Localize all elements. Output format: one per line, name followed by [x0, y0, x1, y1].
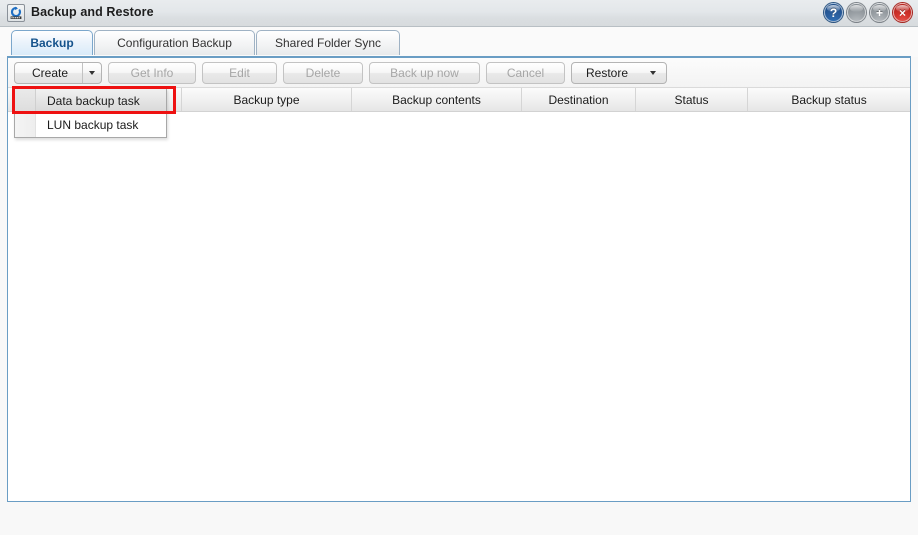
create-button[interactable]: Create — [14, 62, 102, 84]
restore-button-label: Restore — [586, 66, 636, 80]
get-info-button-label: Get Info — [131, 66, 174, 80]
tab-configuration-backup[interactable]: Configuration Backup — [94, 30, 255, 55]
menu-item-data-backup-task-label: Data backup task — [47, 94, 140, 108]
delete-button-label: Delete — [306, 66, 341, 80]
menu-item-lun-backup-task-label: LUN backup task — [47, 118, 138, 132]
restore-button[interactable]: Restore — [571, 62, 667, 84]
maximize-button[interactable]: + — [870, 3, 889, 22]
tab-shared-folder-sync-label: Shared Folder Sync — [275, 36, 381, 50]
help-icon: ? — [830, 7, 837, 19]
menu-item-lun-backup-task[interactable]: LUN backup task — [15, 113, 166, 137]
window-controls: ? + × — [824, 3, 912, 22]
column-header-status[interactable]: Status — [636, 88, 748, 111]
cancel-button-label: Cancel — [507, 66, 544, 80]
close-icon: × — [899, 7, 906, 19]
edit-button[interactable]: Edit — [202, 62, 277, 84]
backup-and-restore-window: Backup and Restore ? + × Backup Configur… — [0, 0, 918, 535]
cancel-button[interactable]: Cancel — [486, 62, 565, 84]
create-button-label: Create — [16, 63, 82, 83]
create-dropdown-toggle[interactable] — [83, 63, 100, 83]
window-titlebar: Backup and Restore ? + × — [0, 0, 918, 27]
backup-table-body — [8, 112, 910, 501]
menu-item-data-backup-task[interactable]: Data backup task — [15, 89, 166, 113]
column-header-backup-status[interactable]: Backup status — [748, 88, 910, 111]
help-button[interactable]: ? — [824, 3, 843, 22]
create-dropdown-menu: Data backup task LUN backup task — [14, 88, 167, 138]
backup-toolbar: Create Get Info Edit Delete Back up now … — [8, 58, 910, 88]
column-header-destination[interactable]: Destination — [522, 88, 636, 111]
back-up-now-button-label: Back up now — [390, 66, 459, 80]
column-header-backup-contents[interactable]: Backup contents — [352, 88, 522, 111]
chevron-down-icon — [650, 71, 656, 75]
delete-button[interactable]: Delete — [283, 62, 363, 84]
tab-configuration-backup-label: Configuration Backup — [117, 36, 232, 50]
tab-backup[interactable]: Backup — [11, 30, 93, 55]
window-title: Backup and Restore — [31, 5, 154, 19]
backup-restore-icon — [7, 4, 25, 22]
tab-shared-folder-sync[interactable]: Shared Folder Sync — [256, 30, 400, 55]
tab-backup-label: Backup — [30, 36, 73, 50]
chevron-down-icon — [89, 71, 95, 75]
maximize-icon: + — [876, 7, 883, 19]
tab-strip: Backup Configuration Backup Shared Folde… — [0, 27, 918, 57]
column-header-backup-type[interactable]: Backup type — [182, 88, 352, 111]
back-up-now-button[interactable]: Back up now — [369, 62, 480, 84]
close-button[interactable]: × — [893, 3, 912, 22]
edit-button-label: Edit — [229, 66, 250, 80]
minimize-button[interactable] — [847, 3, 866, 22]
get-info-button[interactable]: Get Info — [108, 62, 196, 84]
